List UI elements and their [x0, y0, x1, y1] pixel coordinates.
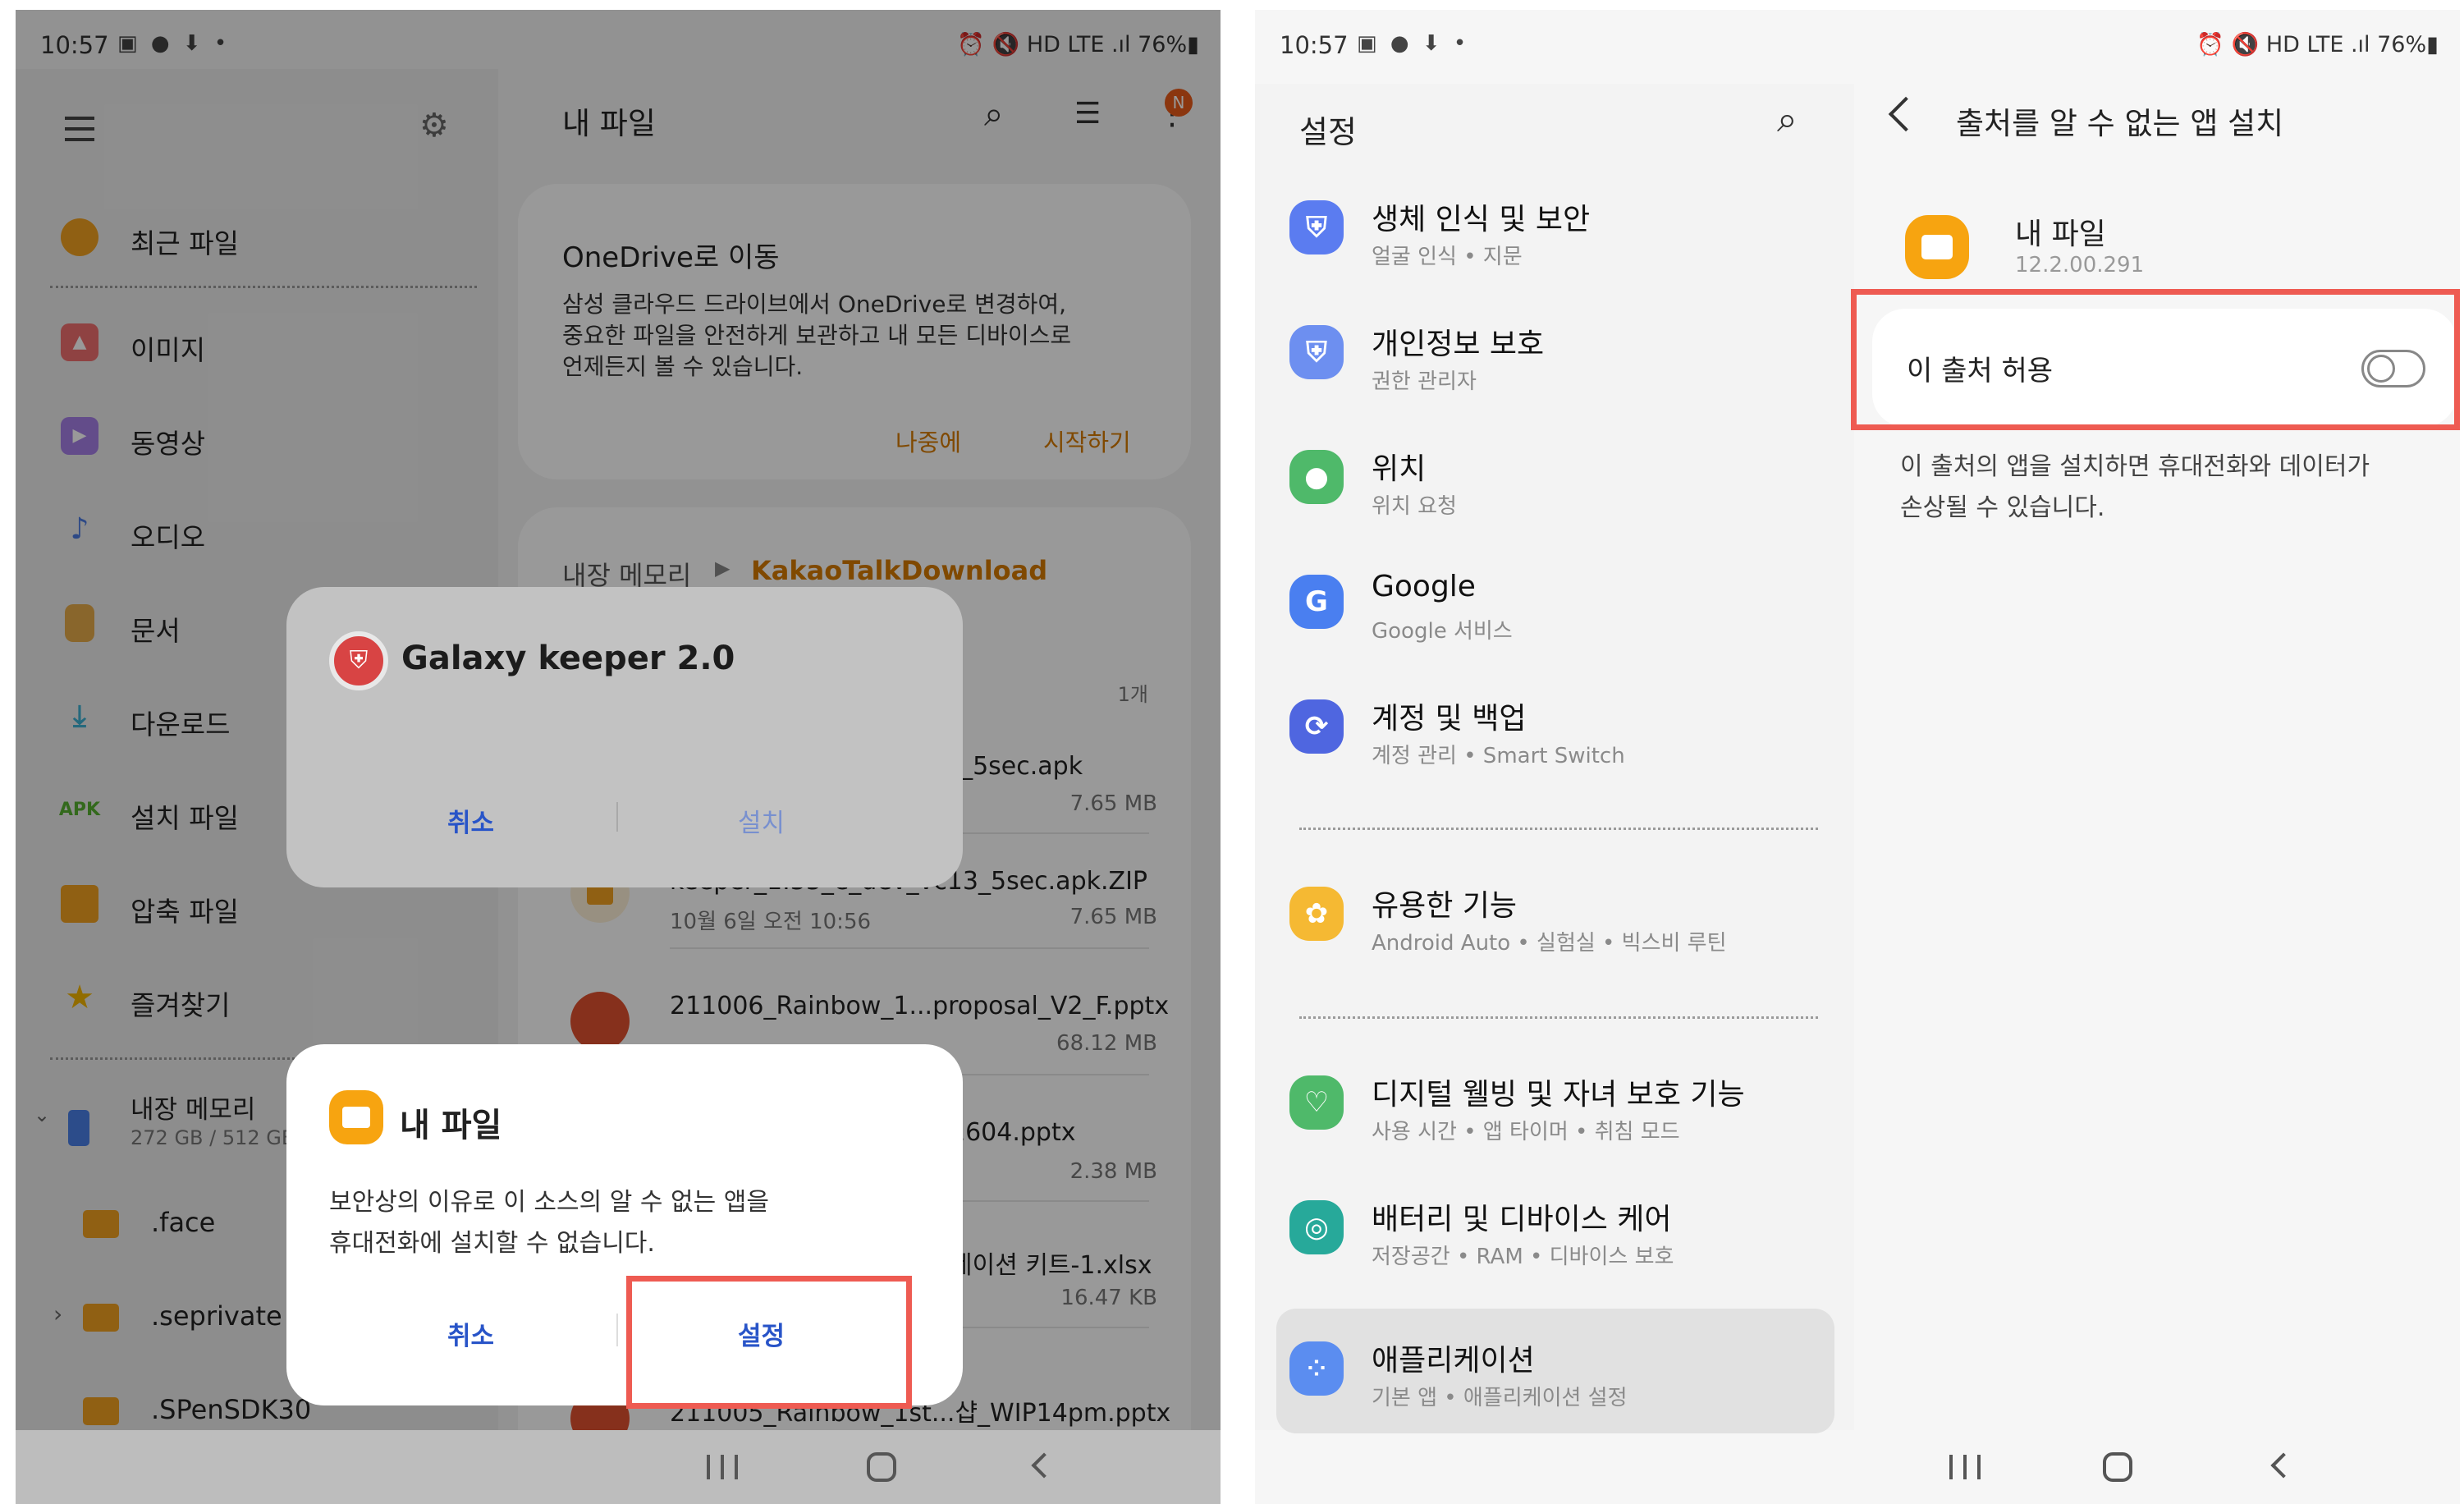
- right-phone-screen: 10:57 ▣ ● ⬇ • ⏰ 🔇 HD LTE .ıl 76%▮ 설정 ⌕ ⛨…: [1255, 10, 2460, 1504]
- navigation-bar: [1255, 1430, 2460, 1504]
- warning-text: 이 출처의 앱을 설치하면 휴대전화와 데이터가 손상될 수 있습니다.: [1900, 447, 2370, 529]
- install-dialog-title: Galaxy keeper 2.0: [401, 640, 735, 677]
- settings-list: ⛨ 생체 인식 및 보안 얼굴 인식 • 지문 ⛨ 개인정보 보호 권한 관리자…: [1255, 84, 1854, 1433]
- settings-item-device-care[interactable]: ◎ 배터리 및 디바이스 케어 저장공간 • RAM • 디바이스 보호: [1255, 1182, 1854, 1289]
- settings-item-subtitle: 기본 앱 • 애플리케이션 설정: [1372, 1386, 1628, 1410]
- security-line: 휴대전화에 설치할 수 없습니다.: [329, 1229, 655, 1258]
- recents-icon[interactable]: [707, 1455, 738, 1479]
- back-arrow-icon[interactable]: [1888, 96, 1924, 132]
- status-right: ⏰ 🔇 HD LTE .ıl 76%▮: [2196, 32, 2439, 57]
- status-bar: 10:57 ▣ ● ⬇ • ⏰ 🔇 HD LTE .ıl 76%▮: [1255, 10, 2460, 84]
- install-dialog: ⛨ Galaxy keeper 2.0 취소 설치: [286, 587, 963, 887]
- settings-item-apps-selected[interactable]: ⁘ 애플리케이션 기본 앱 • 애플리케이션 설정: [1276, 1309, 1834, 1433]
- button-divider: [616, 802, 618, 832]
- settings-item-subtitle: 위치 요청: [1372, 494, 1457, 519]
- app-name: 내 파일: [2015, 218, 2106, 251]
- my-files-app-icon: [329, 1090, 383, 1144]
- settings-item-subtitle: 저장공간 • RAM • 디바이스 보호: [1372, 1245, 1674, 1269]
- settings-item-subtitle: Google 서비스: [1372, 619, 1513, 644]
- back-icon[interactable]: [1031, 1452, 1057, 1479]
- settings-item-title: 위치: [1372, 452, 1427, 486]
- settings-item-title: 배터리 및 디바이스 케어: [1372, 1203, 1672, 1236]
- lock-shield-icon: ⛨: [329, 631, 388, 690]
- apps-icon: ⁘: [1289, 1341, 1344, 1396]
- settings-item-subtitle: 사용 시간 • 앱 타이머 • 취침 모드: [1372, 1120, 1680, 1144]
- settings-item-title: 생체 인식 및 보안: [1372, 203, 1591, 236]
- settings-item-title: 계정 및 백업: [1372, 702, 1527, 736]
- settings-item-advanced[interactable]: ✿ 유용한 기능 Android Auto • 실험실 • 빅스비 루틴: [1255, 869, 1854, 975]
- security-cancel-button[interactable]: 취소: [447, 1315, 494, 1352]
- settings-divider: [1299, 828, 1818, 830]
- security-dialog-body: 보안상의 이유로 이 소스의 알 수 없는 앱을 휴대전화에 설치할 수 없습니…: [329, 1182, 769, 1264]
- home-icon[interactable]: [2103, 1452, 2132, 1482]
- settings-item-title: 디지털 웰빙 및 자녀 보호 기능: [1372, 1078, 1745, 1112]
- app-version: 12.2.00.291: [2015, 253, 2145, 277]
- settings-item-title: Google: [1372, 570, 1476, 603]
- install-cancel-button[interactable]: 취소: [447, 802, 494, 839]
- settings-divider: [1299, 1016, 1818, 1019]
- device-care-icon: ◎: [1289, 1200, 1344, 1254]
- home-icon[interactable]: [867, 1452, 896, 1482]
- highlight-box: [626, 1276, 912, 1409]
- settings-item-accounts[interactable]: ⟳ 계정 및 백업 계정 관리 • Smart Switch: [1255, 681, 1854, 788]
- settings-item-google[interactable]: G Google Google 서비스: [1255, 557, 1854, 663]
- location-icon: ●: [1289, 450, 1344, 504]
- settings-item-subtitle: 계정 관리 • Smart Switch: [1372, 744, 1625, 768]
- settings-item-subtitle: 권한 관리자: [1372, 369, 1477, 394]
- notification-icons: ▣ ● ⬇ •: [1357, 31, 1470, 56]
- left-phone-screen: 10:57 ▣ ● ⬇ • ⏰ 🔇 HD LTE .ıl 76%▮ ⚙ 최근 파…: [16, 10, 1221, 1504]
- settings-item-title: 개인정보 보호: [1372, 328, 1545, 361]
- settings-item-subtitle: 얼굴 인식 • 지문: [1372, 245, 1523, 269]
- google-icon: G: [1289, 575, 1344, 629]
- settings-item-privacy[interactable]: ⛨ 개인정보 보호 권한 관리자: [1255, 307, 1854, 414]
- star-gear-icon: ✿: [1289, 887, 1344, 941]
- navigation-bar: [16, 1430, 1221, 1504]
- warning-line: 손상될 수 있습니다.: [1900, 493, 2105, 522]
- settings-item-subtitle: Android Auto • 실험실 • 빅스비 루틴: [1372, 931, 1727, 956]
- unknown-apps-title: 출처를 알 수 없는 앱 설치: [1956, 106, 2284, 141]
- status-time: 10:57: [1280, 31, 1349, 59]
- settings-item-title: 유용한 기능: [1372, 889, 1518, 923]
- sync-icon: ⟳: [1289, 699, 1344, 754]
- settings-item-biometrics[interactable]: ⛨ 생체 인식 및 보안 얼굴 인식 • 지문: [1255, 182, 1854, 289]
- warning-line: 이 출처의 앱을 설치하면 휴대전화와 데이터가: [1900, 452, 2370, 481]
- back-icon[interactable]: [2270, 1452, 2297, 1479]
- my-files-app-icon: [1905, 215, 1969, 279]
- security-dialog-title: 내 파일: [400, 1107, 502, 1144]
- settings-item-title: 애플리케이션: [1372, 1344, 1535, 1378]
- recents-icon[interactable]: [1949, 1455, 1981, 1479]
- settings-item-location[interactable]: ● 위치 위치 요청: [1255, 432, 1854, 539]
- privacy-icon: ⛨: [1289, 325, 1344, 379]
- button-divider: [616, 1314, 618, 1346]
- settings-item-wellbeing[interactable]: ♡ 디지털 웰빙 및 자녀 보호 기능 사용 시간 • 앱 타이머 • 취침 모…: [1255, 1057, 1854, 1164]
- shield-icon: ⛨: [1289, 200, 1344, 254]
- install-button[interactable]: 설치: [738, 802, 785, 839]
- wellbeing-icon: ♡: [1289, 1075, 1344, 1130]
- security-line: 보안상의 이유로 이 소스의 알 수 없는 앱을: [329, 1188, 769, 1217]
- highlight-box: [1851, 289, 2460, 430]
